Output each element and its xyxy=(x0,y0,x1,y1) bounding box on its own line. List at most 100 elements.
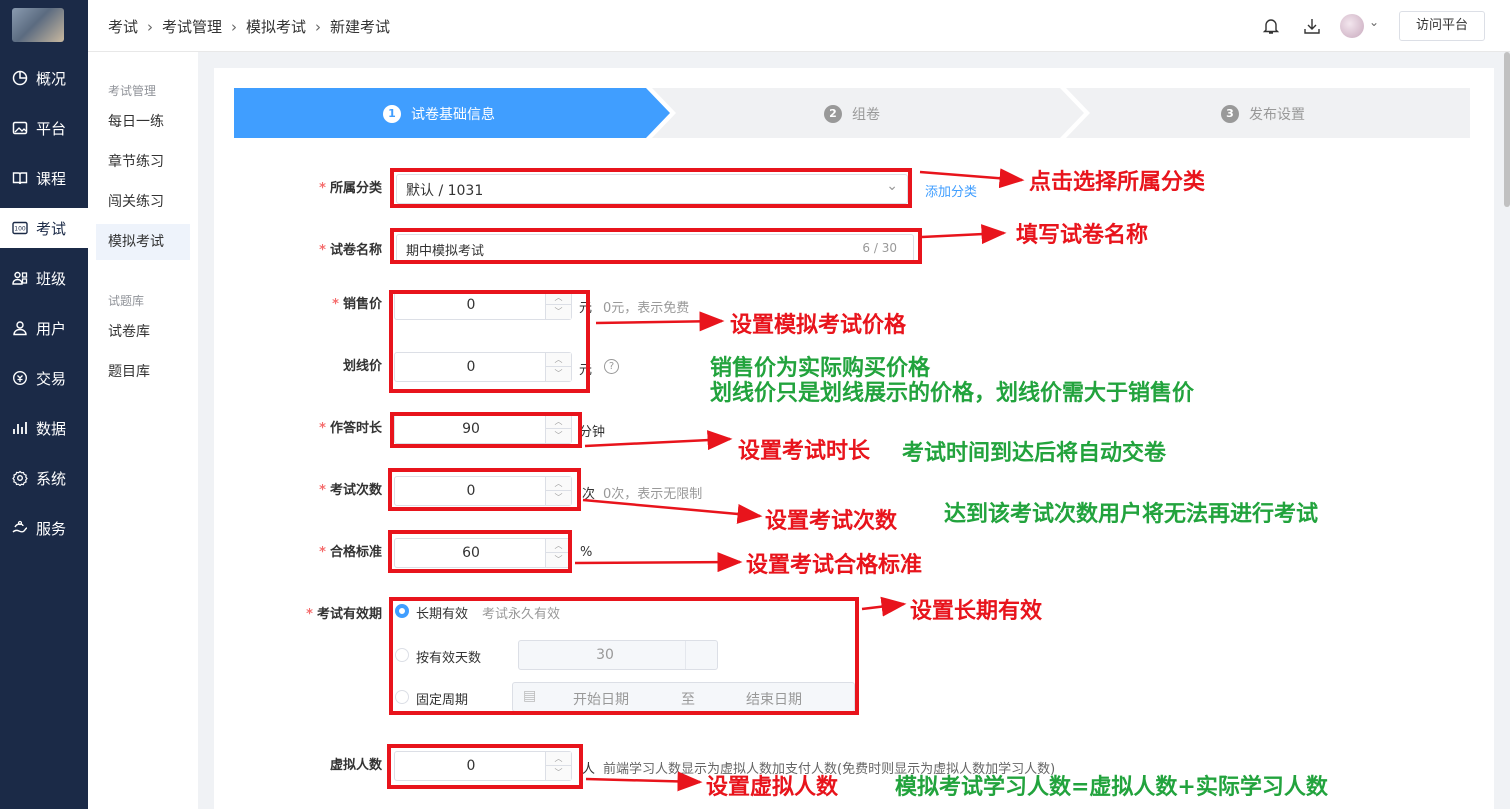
sidebar-item-label: 班级 xyxy=(36,269,67,288)
sidebar-item-label: 用户 xyxy=(36,319,67,338)
duration-unit: 分钟 xyxy=(579,425,606,440)
annotation-duration-note: 考试时间到达后将自动交卷 xyxy=(902,440,1167,466)
annotation-box-pass xyxy=(388,530,572,573)
breadcrumb-current: 新建考试 xyxy=(330,18,391,36)
breadcrumb: 考试 › 考试管理 › 模拟考试 › 新建考试 xyxy=(108,16,390,37)
image-icon xyxy=(12,121,28,135)
book-icon xyxy=(12,172,28,185)
sidebar-item-service[interactable]: 服务 xyxy=(0,508,88,548)
annotation-box-validity xyxy=(389,597,859,715)
subnav-item-chapter[interactable]: 章节练习 xyxy=(96,144,190,180)
sidebar-item-exam[interactable]: 100 考试 xyxy=(0,208,88,248)
service-icon xyxy=(12,520,28,533)
platform-logo[interactable] xyxy=(12,8,64,42)
price-label: * 销售价 xyxy=(332,297,382,312)
annotation-price-note2: 划线价只是划线展示的价格，划线价需大于销售价 xyxy=(710,380,1195,406)
validity-label: * 考试有效期 xyxy=(306,607,382,622)
category-label: * 所属分类 xyxy=(319,181,382,196)
annotation-box-virtual xyxy=(387,744,583,789)
annotation-pass: 设置考试合格标准 xyxy=(746,552,923,578)
bell-icon[interactable] xyxy=(1261,16,1281,36)
annotation-box-price xyxy=(389,290,590,393)
sidebar-item-label: 服务 xyxy=(36,519,67,538)
sidebar: 概况 平台 课程 100 考试 班级 用户 交易 数据 系统 服务 xyxy=(0,0,88,809)
exam-icon: 100 xyxy=(12,221,28,235)
sidebar-item-label: 系统 xyxy=(36,469,67,488)
virtual-count-label: 虚拟人数 xyxy=(329,758,382,773)
annotation-virtual: 设置虚拟人数 xyxy=(706,774,839,800)
attempts-unit: 次 xyxy=(582,487,596,502)
add-category-link[interactable]: 添加分类 xyxy=(925,181,977,200)
scrollbar[interactable] xyxy=(1504,52,1510,207)
annotation-attempts-note: 达到该考试次数用户将无法再进行考试 xyxy=(944,501,1319,527)
attempts-label: * 考试次数 xyxy=(319,483,382,498)
paper-name-label: * 试卷名称 xyxy=(319,243,382,258)
annotation-box-name xyxy=(390,228,922,264)
step-number: 3 xyxy=(1221,105,1239,123)
sidebar-item-trade[interactable]: 交易 xyxy=(0,358,88,398)
pass-standard-label: * 合格标准 xyxy=(319,545,382,560)
pass-standard-unit: % xyxy=(580,545,593,560)
sidebar-item-label: 平台 xyxy=(36,119,67,138)
annotation-duration: 设置考试时长 xyxy=(738,438,871,464)
sidebar-item-label: 概况 xyxy=(36,69,67,88)
sidebar-item-user[interactable]: 用户 xyxy=(0,308,88,348)
pie-chart-icon xyxy=(12,70,28,86)
gear-icon xyxy=(12,470,28,486)
virtual-count-unit: 人 xyxy=(582,762,596,777)
duration-label: * 作答时长 xyxy=(319,421,382,436)
sidebar-item-label: 考试 xyxy=(36,219,67,238)
sidebar-item-overview[interactable]: 概况 xyxy=(0,58,88,98)
sidebar-item-course[interactable]: 课程 xyxy=(0,158,88,198)
sidebar-item-data[interactable]: 数据 xyxy=(0,408,88,448)
sidebar-item-class[interactable]: 班级 xyxy=(0,258,88,298)
step-label: 试卷基础信息 xyxy=(411,107,495,123)
attempts-hint: 0次，表示无限制 xyxy=(603,487,703,502)
svg-text:100: 100 xyxy=(14,226,26,233)
chevron-down-icon[interactable]: ⌄ xyxy=(1369,15,1379,29)
subnav-group-title: 考试管理 xyxy=(108,84,157,98)
sub-navigation: 考试管理 每日一练 章节练习 闯关练习 模拟考试 试题库 试卷库 题目库 xyxy=(88,52,198,809)
annotation-category: 点击选择所属分类 xyxy=(1029,169,1206,195)
step-publish[interactable]: 3 发布设置 xyxy=(1221,104,1305,124)
step-label: 发布设置 xyxy=(1249,107,1305,123)
step-number: 1 xyxy=(383,105,401,123)
sidebar-item-label: 数据 xyxy=(36,419,67,438)
subnav-item-question-bank[interactable]: 题目库 xyxy=(96,354,190,390)
strike-price-label: 划线价 xyxy=(342,359,382,374)
chevron-right-icon: › xyxy=(231,17,238,36)
user-icon xyxy=(13,321,27,336)
step-label: 组卷 xyxy=(852,107,880,123)
breadcrumb-item[interactable]: 模拟考试 xyxy=(246,16,306,37)
annotation-box-duration xyxy=(390,412,582,448)
annotation-price: 设置模拟考试价格 xyxy=(730,312,907,338)
step-compose[interactable]: 2 组卷 xyxy=(824,104,880,124)
download-icon[interactable] xyxy=(1302,16,1322,36)
bar-chart-icon xyxy=(13,422,27,434)
annotation-attempts: 设置考试次数 xyxy=(765,508,898,534)
trade-icon xyxy=(12,370,28,386)
help-icon[interactable]: ? xyxy=(604,359,619,374)
top-bar: 考试 › 考试管理 › 模拟考试 › 新建考试 ⌄ 访问平台 xyxy=(88,0,1510,52)
chevron-right-icon: › xyxy=(315,17,322,36)
subnav-item-level[interactable]: 闯关练习 xyxy=(96,184,190,220)
avatar[interactable] xyxy=(1340,14,1364,38)
sidebar-item-label: 交易 xyxy=(36,369,67,388)
visit-platform-button[interactable]: 访问平台 xyxy=(1399,11,1485,41)
subnav-item-mock-exam[interactable]: 模拟考试 xyxy=(96,224,190,260)
subnav-group-title: 试题库 xyxy=(108,294,145,308)
sidebar-item-platform[interactable]: 平台 xyxy=(0,108,88,148)
subnav-item-daily[interactable]: 每日一练 xyxy=(96,104,190,140)
step-number: 2 xyxy=(824,105,842,123)
class-icon xyxy=(12,271,28,285)
annotation-name: 填写试卷名称 xyxy=(1016,222,1149,248)
sidebar-item-system[interactable]: 系统 xyxy=(0,458,88,498)
annotation-box-category xyxy=(390,168,912,208)
price-hint: 0元，表示免费 xyxy=(603,301,690,316)
sidebar-item-label: 课程 xyxy=(36,169,67,188)
annotation-box-attempts xyxy=(388,468,581,511)
breadcrumb-item[interactable]: 考试管理 xyxy=(162,16,222,37)
breadcrumb-item[interactable]: 考试 xyxy=(108,16,138,37)
subnav-item-paper-bank[interactable]: 试卷库 xyxy=(96,314,190,350)
step-basic-info[interactable]: 1 试卷基础信息 xyxy=(383,104,495,124)
